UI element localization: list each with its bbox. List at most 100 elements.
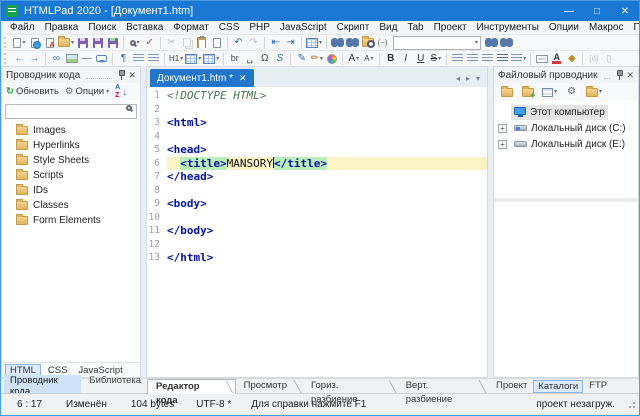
image-icon[interactable]: [64, 51, 79, 66]
subtab-css[interactable]: CSS: [44, 365, 72, 376]
form-icon[interactable]: [534, 51, 549, 66]
script-icon[interactable]: S: [272, 51, 287, 66]
options-button[interactable]: ⚙ Опции ▾: [65, 86, 109, 97]
tree-item[interactable]: Scripts: [2, 168, 140, 183]
save-all-icon[interactable]: [105, 35, 120, 50]
align-center-icon[interactable]: [465, 51, 480, 66]
forward-icon[interactable]: →: [27, 51, 42, 66]
regex-icon[interactable]: (−): [375, 35, 390, 50]
list-style-icon[interactable]: ▾: [510, 51, 527, 66]
tab-list-icon[interactable]: ▾: [476, 74, 480, 83]
open-in-browser-icon[interactable]: [27, 35, 42, 50]
menu-item[interactable]: Проект: [429, 22, 472, 33]
folders-icon[interactable]: ▾: [585, 85, 603, 100]
new-folder-icon[interactable]: [499, 85, 514, 100]
find-previous-icon[interactable]: [499, 35, 514, 50]
view-tab[interactable]: Верт. разбиение: [398, 379, 488, 394]
back-icon[interactable]: ←: [12, 51, 27, 66]
close-panel-icon[interactable]: ✕: [128, 70, 136, 81]
file-tree-item[interactable]: Этот компьютер: [494, 104, 638, 120]
fill-color-icon[interactable]: ◆: [564, 51, 579, 66]
view-tab[interactable]: Гориз. разбиение: [303, 379, 398, 394]
subtab-javascript[interactable]: JavaScript: [74, 365, 126, 376]
tree-item[interactable]: IDs: [2, 183, 140, 198]
menu-item[interactable]: Макрос: [584, 22, 629, 33]
color-picker-icon[interactable]: [324, 51, 339, 66]
view-layout-icon[interactable]: ▾: [305, 35, 323, 50]
expand-icon[interactable]: +: [498, 140, 507, 149]
replace-icon[interactable]: [345, 35, 360, 50]
paragraph-icon[interactable]: ¶: [116, 51, 131, 66]
tree-item[interactable]: Images: [2, 123, 140, 138]
italic-icon[interactable]: I: [398, 51, 413, 66]
explorer-tab[interactable]: FTP: [585, 380, 611, 393]
clipboard-viewer-icon[interactable]: [209, 35, 224, 50]
pin-icon[interactable]: [616, 70, 623, 80]
highlighter-icon[interactable]: ✏▾: [309, 51, 324, 66]
refresh-button[interactable]: ↻ Обновить: [6, 86, 59, 97]
new-file-icon[interactable]: ▾: [12, 35, 27, 50]
menu-item[interactable]: PHP: [244, 22, 275, 33]
line-break-icon[interactable]: br: [227, 51, 242, 66]
menu-item[interactable]: CSS: [214, 22, 245, 33]
expand-icon[interactable]: +: [498, 124, 507, 133]
search-input[interactable]: [5, 104, 137, 119]
menu-item[interactable]: Скрипт: [332, 22, 375, 33]
indent-icon[interactable]: ⇥: [283, 35, 298, 50]
view-tab[interactable]: Просмотр: [236, 379, 303, 394]
explorer-tab[interactable]: Каталоги: [533, 380, 583, 393]
view-mode-icon[interactable]: ▾: [541, 85, 558, 100]
menu-item[interactable]: Формат: [168, 22, 214, 33]
tree-item[interactable]: Hyperlinks: [2, 138, 140, 153]
find-in-files-icon[interactable]: [360, 35, 375, 50]
tree-item[interactable]: Style Sheets: [2, 153, 140, 168]
tree-item[interactable]: Form Elements: [2, 213, 140, 228]
maximize-button[interactable]: □: [583, 1, 611, 21]
menu-item[interactable]: Правка: [40, 22, 84, 33]
close-button[interactable]: ✕: [611, 1, 639, 21]
horizontal-rule-icon[interactable]: —: [79, 51, 94, 66]
numbered-list-icon[interactable]: [146, 51, 161, 66]
comment-icon[interactable]: [94, 51, 109, 66]
menu-item[interactable]: Вставка: [121, 22, 168, 33]
insert-table-icon[interactable]: ▾: [184, 51, 202, 66]
pen-icon[interactable]: ✎: [294, 51, 309, 66]
find-icon[interactable]: [330, 35, 345, 50]
strikethrough-icon[interactable]: S▾: [428, 51, 443, 66]
add-folder-icon[interactable]: [520, 85, 535, 100]
undo-icon[interactable]: ↶: [231, 35, 246, 50]
minimize-button[interactable]: —: [555, 1, 583, 21]
search-icon[interactable]: ▾: [127, 35, 142, 50]
explorer-tab[interactable]: Проект: [492, 380, 531, 393]
save-icon[interactable]: [75, 35, 90, 50]
align-left-icon[interactable]: [450, 51, 465, 66]
bold-icon[interactable]: B: [383, 51, 398, 66]
hyperlink-icon[interactable]: ∞: [49, 51, 64, 66]
document-tab[interactable]: Документ1.htm * ✕: [150, 69, 254, 87]
scroll-tabs-left-icon[interactable]: ◂: [456, 74, 460, 83]
menu-item[interactable]: Файл: [5, 22, 40, 33]
menu-item[interactable]: Вид: [374, 22, 402, 33]
non-breaking-space-icon[interactable]: ␣: [242, 51, 257, 66]
align-right-icon[interactable]: [480, 51, 495, 66]
file-tree-item[interactable]: +Локальный диск (E:): [494, 136, 638, 152]
unindent-icon[interactable]: ⇤: [268, 35, 283, 50]
menu-item[interactable]: Опции: [544, 22, 584, 33]
file-tree-item[interactable]: +Локальный диск (C:): [494, 120, 638, 136]
open-folder-icon[interactable]: ▾: [57, 35, 75, 50]
tree-item[interactable]: Classes: [2, 198, 140, 213]
font-color-icon[interactable]: [549, 51, 564, 66]
align-justify-icon[interactable]: [495, 51, 510, 66]
close-panel-icon[interactable]: ✕: [626, 70, 634, 81]
special-character-icon[interactable]: Ω: [257, 51, 272, 66]
pin-icon[interactable]: [118, 70, 125, 80]
menu-item[interactable]: Tab: [402, 22, 428, 33]
underline-icon[interactable]: U: [413, 51, 428, 66]
spell-check-icon[interactable]: ✓: [142, 35, 157, 50]
search-history-combobox[interactable]: ▾: [393, 36, 481, 50]
menu-item[interactable]: Плагины: [629, 22, 640, 33]
code-editor[interactable]: 1<!DOCTYPE HTML>23<html>45<head>6 <title…: [147, 87, 487, 377]
resize-grip[interactable]: [627, 400, 636, 409]
heading-icon[interactable]: H1▾: [168, 51, 184, 66]
paste-icon[interactable]: [194, 35, 209, 50]
